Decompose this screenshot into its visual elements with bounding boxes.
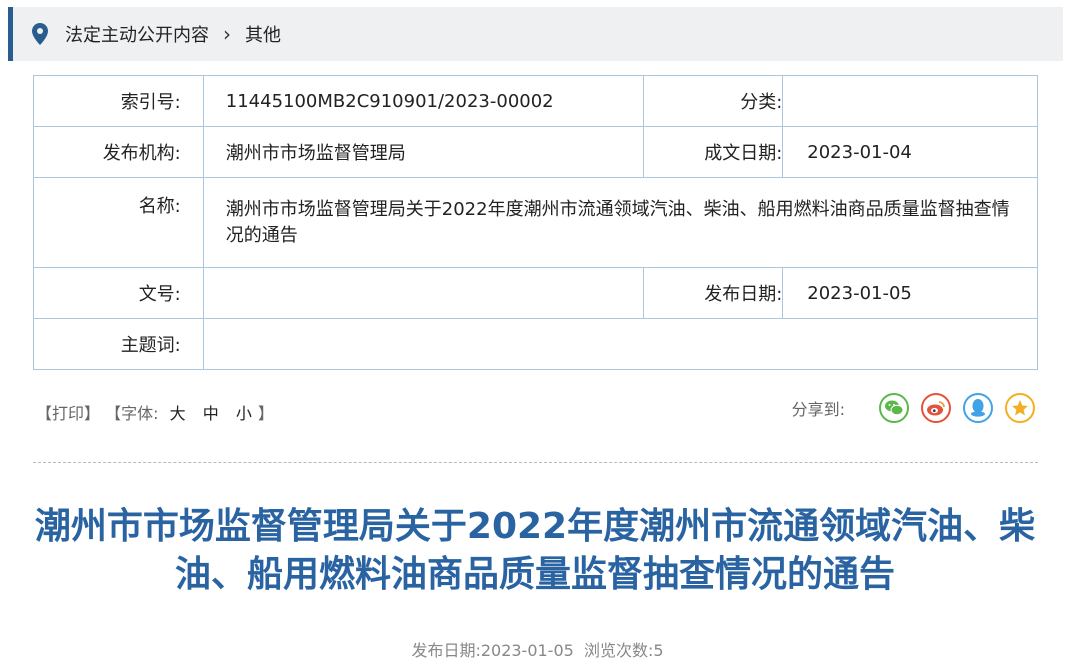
created-date-value: 2023-01-04 xyxy=(782,126,1038,178)
share-bar: 分享到: xyxy=(792,393,1035,423)
breadcrumb-current[interactable]: 其他 xyxy=(245,21,281,47)
chevron-right-icon: › xyxy=(223,22,231,46)
share-qq-button[interactable] xyxy=(963,393,993,423)
name-value: 潮州市市场监督管理局关于2022年度潮州市流通领域汽油、柴油、船用燃料油商品质量… xyxy=(202,177,1039,268)
publish-date-label: 发布日期: xyxy=(642,267,784,319)
keywords-value xyxy=(202,318,1039,370)
weibo-icon xyxy=(927,401,945,416)
breadcrumb-link-section[interactable]: 法定主动公开内容 xyxy=(65,21,209,47)
publish-date-value: 2023-01-05 xyxy=(782,267,1038,319)
location-pin-icon xyxy=(32,23,48,45)
name-label: 名称: xyxy=(33,177,204,268)
publisher-label: 发布机构: xyxy=(33,126,204,178)
article-title: 潮州市市场监督管理局关于2022年度潮州市流通领域汽油、柴油、船用燃料油商品质量… xyxy=(34,506,1036,595)
font-small-button[interactable]: 小 xyxy=(236,404,252,423)
font-medium-button[interactable]: 中 xyxy=(203,404,219,423)
index-label: 索引号: xyxy=(33,75,204,127)
page-tools: 【打印】 【字体: 大 中 小】 xyxy=(36,400,274,424)
category-label: 分类: xyxy=(642,75,784,127)
qzone-star-icon xyxy=(1012,400,1028,416)
font-large-button[interactable]: 大 xyxy=(170,404,186,423)
document-info-table: 索引号: 11445100MB2C910901/2023-00002 分类: 发… xyxy=(33,75,1039,370)
index-value: 11445100MB2C910901/2023-00002 xyxy=(202,75,644,127)
share-weibo-button[interactable] xyxy=(921,393,951,423)
divider xyxy=(33,462,1038,463)
share-qzone-button[interactable] xyxy=(1005,393,1035,423)
font-size-prefix: 【字体: xyxy=(105,404,159,423)
qq-icon xyxy=(971,399,985,417)
category-value xyxy=(782,75,1038,127)
breadcrumb: 法定主动公开内容 › 其他 xyxy=(8,7,1063,61)
print-button[interactable]: 【打印】 xyxy=(36,404,100,423)
created-date-label: 成文日期: xyxy=(642,126,784,178)
keywords-label: 主题词: xyxy=(33,318,204,370)
share-label: 分享到: xyxy=(791,400,845,419)
share-wechat-button[interactable] xyxy=(879,393,909,423)
docno-value xyxy=(202,267,644,319)
docno-label: 文号: xyxy=(33,267,204,319)
wechat-icon xyxy=(885,400,904,416)
publisher-value: 潮州市市场监督管理局 xyxy=(202,126,644,178)
font-size-suffix: 】 xyxy=(257,404,274,423)
article-meta: 发布日期:2023-01-05 浏览次数:5 xyxy=(411,641,664,660)
